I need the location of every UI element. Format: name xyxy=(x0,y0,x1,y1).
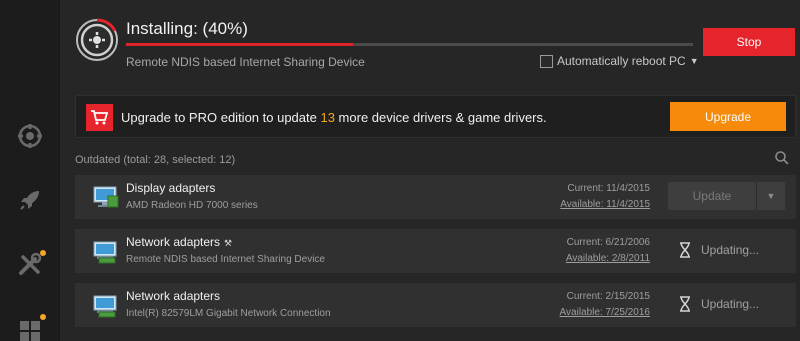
auto-reboot-checkbox[interactable] xyxy=(540,54,553,68)
device-name-line: Network adapters ⚒ xyxy=(126,235,232,249)
installing-spinner-icon xyxy=(75,18,119,62)
upgrade-driver-count: 13 xyxy=(320,110,335,125)
device-name: Display adapters xyxy=(126,181,216,195)
sidebar xyxy=(0,0,60,341)
target-icon[interactable] xyxy=(14,120,46,152)
network-card-icon xyxy=(93,292,119,318)
hourglass-icon xyxy=(679,296,691,312)
auto-reboot-option[interactable]: Automatically reboot PC ▼ xyxy=(540,54,699,68)
upgrade-button[interactable]: Upgrade xyxy=(670,102,786,131)
current-driver-version: Current: 2/15/2015 xyxy=(566,291,650,302)
device-name: Network adapters xyxy=(126,235,221,249)
rocket-icon[interactable] xyxy=(14,184,46,216)
chevron-down-icon[interactable]: ▼ xyxy=(690,56,699,66)
cart-icon xyxy=(86,104,113,131)
install-status-bar: Installing: (40%) Remote NDIS based Inte… xyxy=(60,0,800,82)
updating-label: Updating... xyxy=(701,297,760,311)
search-icon[interactable] xyxy=(774,150,790,166)
install-device-name: Remote NDIS based Internet Sharing Devic… xyxy=(126,55,365,69)
auto-reboot-label: Automatically reboot PC xyxy=(557,54,686,68)
notification-dot xyxy=(40,314,46,320)
device-row[interactable]: Display adapters AMD Radeon HD 7000 seri… xyxy=(75,175,796,219)
grid-icon[interactable] xyxy=(14,312,46,341)
device-model: Remote NDIS based Internet Sharing Devic… xyxy=(126,254,325,265)
install-progress-bar xyxy=(126,43,693,46)
hourglass-icon xyxy=(679,242,691,258)
network-card-icon xyxy=(93,238,119,264)
available-driver-version[interactable]: Available: 7/25/2016 xyxy=(560,307,650,318)
device-name: Network adapters xyxy=(126,289,221,303)
available-driver-version[interactable]: Available: 11/4/2015 xyxy=(560,199,650,210)
device-model: Intel(R) 82579LM Gigabit Network Connect… xyxy=(126,308,331,319)
upgrade-message-end: more device drivers & game drivers. xyxy=(334,110,547,125)
updating-status: Updating... xyxy=(679,242,759,258)
upgrade-message-start: Upgrade to PRO edition to update xyxy=(121,110,321,125)
upgrade-banner: Upgrade to PRO edition to update 13 more… xyxy=(75,95,796,138)
update-button[interactable]: Update xyxy=(668,182,757,210)
monitor-icon xyxy=(93,184,119,210)
device-row[interactable]: Network adapters Intel(R) 82579LM Gigabi… xyxy=(75,283,796,327)
device-model: AMD Radeon HD 7000 series xyxy=(126,200,258,211)
update-split-button[interactable]: Update ▼ xyxy=(668,182,785,210)
install-progress-fill xyxy=(126,43,353,46)
device-row[interactable]: Network adapters ⚒ Remote NDIS based Inte… xyxy=(75,229,796,273)
chevron-down-icon[interactable]: ▼ xyxy=(757,182,785,210)
tools-icon[interactable] xyxy=(14,248,46,280)
current-driver-version: Current: 11/4/2015 xyxy=(567,183,650,194)
main-panel: Installing: (40%) Remote NDIS based Inte… xyxy=(60,0,800,341)
tool-badge-icon: ⚒ xyxy=(224,238,233,248)
available-driver-version[interactable]: Available: 2/8/2011 xyxy=(566,253,650,264)
notification-dot xyxy=(40,250,46,256)
stop-button[interactable]: Stop xyxy=(703,28,795,56)
upgrade-message: Upgrade to PRO edition to update 13 more… xyxy=(121,110,547,125)
outdated-summary: Outdated (total: 28, selected: 12) xyxy=(75,154,236,166)
updating-status: Updating... xyxy=(679,296,759,312)
current-driver-version: Current: 6/21/2006 xyxy=(566,237,650,248)
updating-label: Updating... xyxy=(701,243,760,257)
install-title: Installing: (40%) xyxy=(126,19,248,38)
